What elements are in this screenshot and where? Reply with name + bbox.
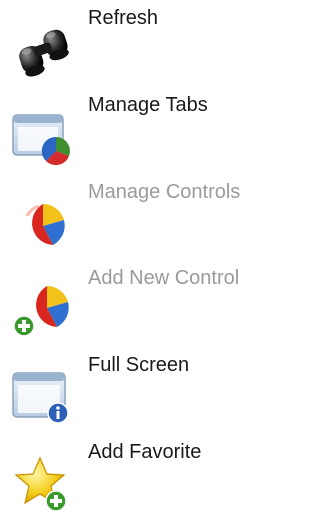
full-screen-label: Full Screen xyxy=(88,354,190,376)
binoculars-icon xyxy=(10,20,78,80)
window-pie-chart-icon xyxy=(10,107,78,167)
actions-menu: Refresh Manage Tabs Manage Controls Add … xyxy=(0,0,280,522)
manage-tabs-menu-item[interactable]: Manage Tabs xyxy=(0,87,280,173)
refresh-menu-item[interactable]: Refresh xyxy=(0,0,280,86)
manage-tabs-label: Manage Tabs xyxy=(88,94,208,116)
star-add-icon xyxy=(10,454,78,514)
manage-controls-label: Manage Controls xyxy=(88,181,241,203)
add-new-control-label: Add New Control xyxy=(88,267,240,289)
add-favorite-label: Add Favorite xyxy=(88,441,202,463)
pie-chart-icon xyxy=(10,194,78,254)
manage-controls-menu-item[interactable]: Manage Controls xyxy=(0,174,280,260)
refresh-label: Refresh xyxy=(88,7,159,29)
pie-chart-add-icon xyxy=(10,280,78,340)
add-favorite-menu-item[interactable]: Add Favorite xyxy=(0,434,280,520)
window-info-icon xyxy=(10,367,78,427)
add-new-control-menu-item[interactable]: Add New Control xyxy=(0,260,280,346)
full-screen-menu-item[interactable]: Full Screen xyxy=(0,347,280,433)
